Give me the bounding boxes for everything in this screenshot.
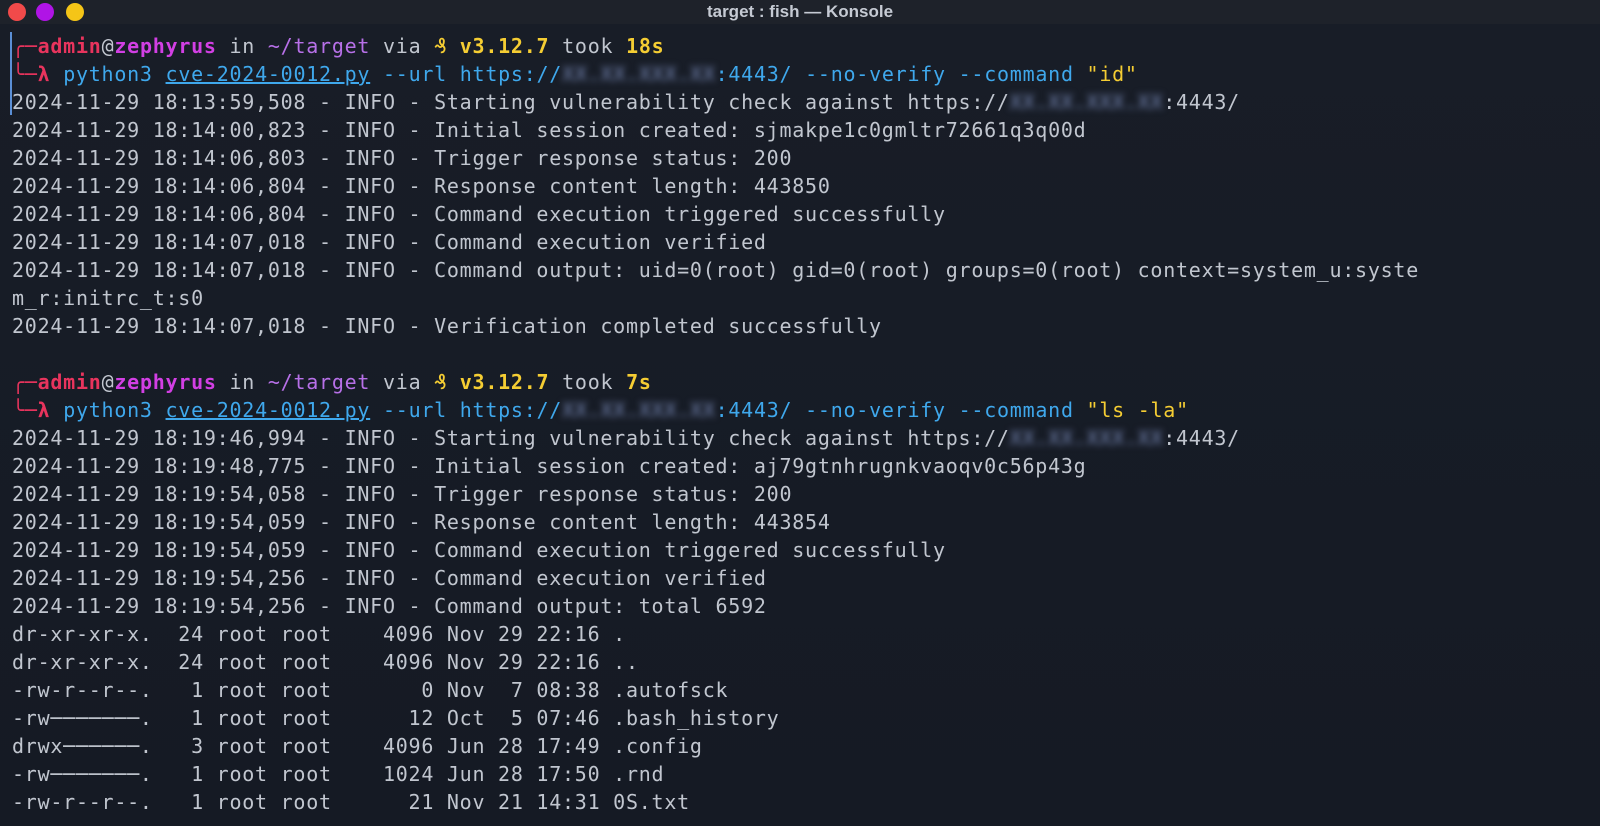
prompt-in: in	[229, 370, 256, 394]
lambda-prompt-icon: λ	[37, 62, 51, 86]
command-name: python3	[63, 398, 153, 422]
url-prefix: https://	[459, 398, 563, 422]
prompt-host: zephyrus	[114, 34, 217, 58]
output-line: -rw───────. 1 root root 1024 Jun 28 17:5…	[12, 762, 665, 786]
script-path-link[interactable]: cve-2024-0012.py	[166, 62, 371, 86]
output-line: 2024-11-29 18:14:07,018 - INFO - Command…	[12, 258, 1420, 282]
prompt-box-bottom: ╰─	[12, 62, 38, 86]
output-line: 2024-11-29 18:19:54,059 - INFO - Respons…	[12, 510, 831, 534]
output-line: -rw-r--r--. 1 root root 0 Nov 7 08:38 .a…	[12, 678, 729, 702]
script-path-link[interactable]: cve-2024-0012.py	[166, 398, 371, 422]
python-icon: ₰	[434, 34, 447, 58]
output-line: dr-xr-xr-x. 24 root root 4096 Nov 29 22:…	[12, 622, 626, 646]
prompt-via: via	[383, 370, 422, 394]
command-duration: 18s	[626, 34, 665, 58]
prompt-box-top: ╭─	[12, 370, 38, 394]
output-line: 2024-11-29 18:14:07,018 - INFO - Command…	[12, 230, 767, 254]
command-flags: --no-verify --command	[805, 62, 1074, 86]
url-flag: --url	[382, 398, 447, 422]
output-line: 2024-11-29 18:14:00,823 - INFO - Initial…	[12, 118, 1087, 142]
python-icon: ₰	[434, 370, 447, 394]
output-line: -rw-r--r--. 1 root root 21 Nov 21 14:31 …	[12, 790, 690, 814]
prompt-host: zephyrus	[114, 370, 217, 394]
output-line: dr-xr-xr-x. 24 root root 4096 Nov 29 22:…	[12, 650, 639, 674]
output-line: m_r:initrc_t:s0	[12, 286, 204, 310]
output-line: 2024-11-29 18:14:06,803 - INFO - Trigger…	[12, 146, 793, 170]
output-text: 2024-11-29 18:19:46,994 - INFO - Startin…	[12, 426, 1010, 450]
url-suffix: :4443/	[715, 62, 793, 86]
prompt-at: @	[101, 34, 115, 58]
window-title: target : fish — Konsole	[706, 2, 894, 21]
command-argument: "ls -la"	[1086, 398, 1189, 422]
python-version: v3.12.7	[459, 34, 550, 58]
python-version: v3.12.7	[459, 370, 550, 394]
prompt-path: ~/target	[267, 34, 371, 58]
terminal-output[interactable]: ╭─admin@zephyrus in ~/target via ₰ v3.12…	[0, 24, 1600, 826]
prompt-took: took	[562, 34, 614, 58]
url-prefix: https://	[459, 62, 563, 86]
prompt-path: ~/target	[267, 370, 371, 394]
prompt-user: admin	[37, 34, 102, 58]
output-line: -rw───────. 1 root root 12 Oct 5 07:46 .…	[12, 706, 780, 730]
output-line: 2024-11-29 18:19:48,775 - INFO - Initial…	[12, 454, 1087, 478]
command-line: ╰─λ python3 cve-2024-0012.py --url https…	[12, 60, 1600, 88]
redacted-ip: XX.XX.XXX.XX	[562, 62, 716, 86]
command-flags: --no-verify --command	[805, 398, 1074, 422]
prompt-at: @	[101, 370, 115, 394]
prompt-took: took	[562, 370, 614, 394]
output-text: :4443/	[1163, 426, 1240, 450]
konsole-window: target : fish — Konsole ╭─admin@zephyrus…	[0, 0, 1600, 826]
prompt-in: in	[229, 34, 256, 58]
prompt-line: ╭─admin@zephyrus in ~/target via ₰ v3.12…	[12, 368, 1600, 396]
prompt-focus-marker	[10, 32, 12, 115]
output-line: 2024-11-29 18:19:54,058 - INFO - Trigger…	[12, 482, 793, 506]
output-text: 2024-11-29 18:13:59,508 - INFO - Startin…	[12, 90, 1010, 114]
redacted-ip: XX.XX.XXX.XX	[1009, 426, 1164, 450]
output-line: 2024-11-29 18:14:06,804 - INFO - Respons…	[12, 174, 831, 198]
command-name: python3	[63, 62, 153, 86]
prompt-box-bottom: ╰─	[12, 398, 38, 422]
output-line: 2024-11-29 18:13:59,508 - INFO - Startin…	[12, 88, 1600, 116]
output-line: 2024-11-29 18:19:54,256 - INFO - Command…	[12, 566, 767, 590]
command-line: ╰─λ python3 cve-2024-0012.py --url https…	[12, 396, 1600, 424]
redacted-ip: XX.XX.XXX.XX	[562, 398, 716, 422]
output-text: :4443/	[1163, 90, 1240, 114]
prompt-via: via	[383, 34, 422, 58]
command-argument: "id"	[1086, 62, 1138, 86]
output-line: 2024-11-29 18:14:07,018 - INFO - Verific…	[12, 314, 882, 338]
output-line: drwx──────. 3 root root 4096 Jun 28 17:4…	[12, 734, 703, 758]
output-line: 2024-11-29 18:14:06,804 - INFO - Command…	[12, 202, 946, 226]
lambda-prompt-icon: λ	[37, 398, 51, 422]
url-flag: --url	[382, 62, 447, 86]
prompt-box-top: ╭─	[12, 34, 38, 58]
title-bar[interactable]: target : fish — Konsole	[0, 0, 1600, 24]
prompt-line: ╭─admin@zephyrus in ~/target via ₰ v3.12…	[12, 32, 1600, 60]
prompt-user: admin	[37, 370, 102, 394]
output-line: 2024-11-29 18:19:54,059 - INFO - Command…	[12, 538, 946, 562]
output-line: 2024-11-29 18:19:46,994 - INFO - Startin…	[12, 424, 1600, 452]
command-duration: 7s	[626, 370, 652, 394]
url-suffix: :4443/	[715, 398, 793, 422]
output-line: 2024-11-29 18:19:54,256 - INFO - Command…	[12, 594, 767, 618]
redacted-ip: XX.XX.XXX.XX	[1009, 90, 1164, 114]
